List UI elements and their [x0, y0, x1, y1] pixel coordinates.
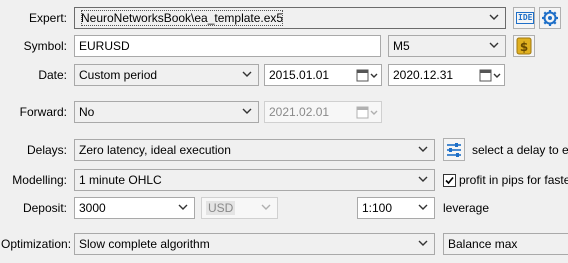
chevron-down-icon: [417, 170, 429, 190]
delays-value: Zero latency, ideal execution: [79, 143, 231, 157]
profit-in-pips-checkbox[interactable]: [443, 174, 456, 187]
chevron-down-icon: [260, 198, 272, 218]
modelling-label: Modelling:: [12, 173, 67, 187]
deposit-currency-value: USD: [206, 201, 236, 215]
leverage-label: leverage: [443, 201, 490, 215]
calendar-icon[interactable]: [355, 67, 379, 83]
forward-date-picker: 2021.02.01: [264, 101, 382, 123]
svg-text:$: $: [520, 40, 528, 54]
delays-hint: select a delay to em: [472, 143, 568, 157]
delays-select[interactable]: Zero latency, ideal execution: [74, 139, 435, 161]
chevron-down-icon: [417, 198, 429, 218]
date-period-select[interactable]: Custom period: [74, 64, 259, 86]
forward-select[interactable]: No: [74, 101, 259, 123]
symbol-value: EURUSD: [79, 39, 130, 53]
optimization-value: Slow complete algorithm: [79, 237, 210, 251]
symbol-properties-button[interactable]: $: [513, 35, 535, 57]
deposit-currency-select: USD: [201, 197, 278, 219]
timeframe-value: M5: [393, 39, 410, 53]
ide-button[interactable]: IDE: [513, 7, 535, 29]
sliders-icon: [447, 143, 461, 157]
chevron-down-icon: [488, 8, 500, 28]
date-to-picker[interactable]: 2020.12.31: [388, 64, 505, 86]
deposit-amount-combo[interactable]: 3000: [74, 197, 195, 219]
profit-in-pips-label: profit in pips for faster c: [459, 173, 568, 187]
chevron-down-icon: [241, 102, 253, 122]
expert-label: Expert:: [28, 11, 67, 25]
leverage-value: 1:100: [362, 201, 393, 215]
optimization-criterion-select[interactable]: Balance max: [443, 233, 568, 255]
date-to-value: 2020.12.31: [393, 68, 454, 82]
calendar-icon[interactable]: [478, 67, 502, 83]
forward-value: No: [79, 105, 95, 119]
delays-label: Delays:: [26, 143, 67, 157]
checkmark-icon: [445, 176, 454, 185]
leverage-combo[interactable]: 1:100: [357, 197, 435, 219]
calendar-icon: [355, 104, 379, 120]
chevron-down-icon: [488, 36, 500, 56]
symbol-label: Symbol:: [23, 39, 67, 53]
settings-button[interactable]: [539, 7, 561, 29]
modelling-value: 1 minute OHLC: [79, 173, 162, 187]
dollar-icon: $: [516, 37, 532, 55]
chevron-down-icon: [177, 198, 189, 218]
chevron-down-icon: [417, 234, 429, 254]
date-period-value: Custom period: [79, 68, 158, 82]
date-from-value: 2015.01.01: [269, 68, 330, 82]
optimization-select[interactable]: Slow complete algorithm: [74, 233, 435, 255]
optimization-criterion-value: Balance max: [448, 237, 518, 251]
ide-label: IDE: [516, 12, 535, 24]
forward-label: Forward:: [19, 105, 67, 119]
gear-icon: [542, 10, 558, 26]
expert-select[interactable]: NeuroNetworksBook\ea_template.ex5: [74, 7, 506, 29]
forward-date-value: 2021.02.01: [269, 105, 330, 119]
modelling-select[interactable]: 1 minute OHLC: [74, 169, 435, 191]
chevron-down-icon: [417, 140, 429, 160]
chevron-down-icon: [241, 65, 253, 85]
date-from-picker[interactable]: 2015.01.01: [264, 64, 382, 86]
expert-value: NeuroNetworksBook\ea_template.ex5: [79, 8, 285, 28]
deposit-label: Deposit:: [22, 201, 67, 215]
delays-settings-button[interactable]: [443, 138, 465, 161]
date-label: Date:: [38, 68, 67, 82]
optimization-label: Optimization:: [1, 237, 72, 251]
deposit-amount-value: 3000: [79, 201, 106, 215]
symbol-input[interactable]: EURUSD: [74, 35, 381, 57]
timeframe-select[interactable]: M5: [388, 35, 506, 57]
